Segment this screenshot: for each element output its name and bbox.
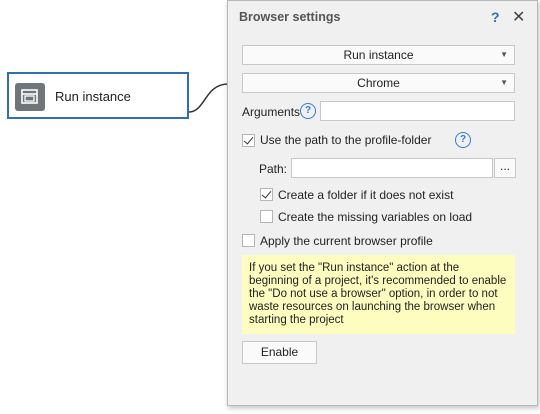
use-profile-path-checkbox[interactable] <box>242 134 255 147</box>
arguments-input[interactable] <box>320 101 515 121</box>
create-variables-checkbox[interactable] <box>260 210 273 223</box>
apply-profile-checkbox[interactable] <box>242 234 255 247</box>
arguments-help-icon[interactable]: ? <box>300 103 316 119</box>
action-select-value: Run instance <box>343 48 414 62</box>
path-input[interactable] <box>291 158 493 178</box>
path-label: Path: <box>259 162 288 176</box>
close-icon[interactable]: ✕ <box>512 7 525 27</box>
browser-settings-panel: Browser settings ? ✕ Run instance ▼ Chro… <box>227 0 538 406</box>
action-node-run-instance[interactable]: Run instance <box>7 72 189 119</box>
arguments-label: Arguments <box>242 105 301 119</box>
browser-select-value: Chrome <box>357 76 400 90</box>
profile-path-help-icon[interactable]: ? <box>455 132 471 148</box>
use-profile-path-label: Use the path to the profile-folder <box>260 133 432 147</box>
info-note: If you set the "Run instance" action at … <box>242 255 515 334</box>
create-folder-checkbox[interactable] <box>260 188 273 201</box>
action-select[interactable]: Run instance ▼ <box>242 45 515 65</box>
enable-button[interactable]: Enable <box>242 341 317 364</box>
chevron-down-icon: ▼ <box>500 78 508 87</box>
panel-title: Browser settings <box>239 10 341 24</box>
browse-button[interactable]: ... <box>494 158 516 178</box>
help-icon[interactable]: ? <box>491 9 500 25</box>
apply-profile-label: Apply the current browser profile <box>260 234 433 248</box>
create-variables-label: Create the missing variables on load <box>278 210 473 224</box>
browser-window-icon <box>15 83 45 111</box>
panel-header: Browser settings ? ✕ <box>228 1 537 33</box>
chevron-down-icon: ▼ <box>500 50 508 59</box>
node-label: Run instance <box>55 89 131 104</box>
create-folder-label: Create a folder if it does not exist <box>278 188 454 202</box>
browser-select[interactable]: Chrome ▼ <box>242 73 515 93</box>
